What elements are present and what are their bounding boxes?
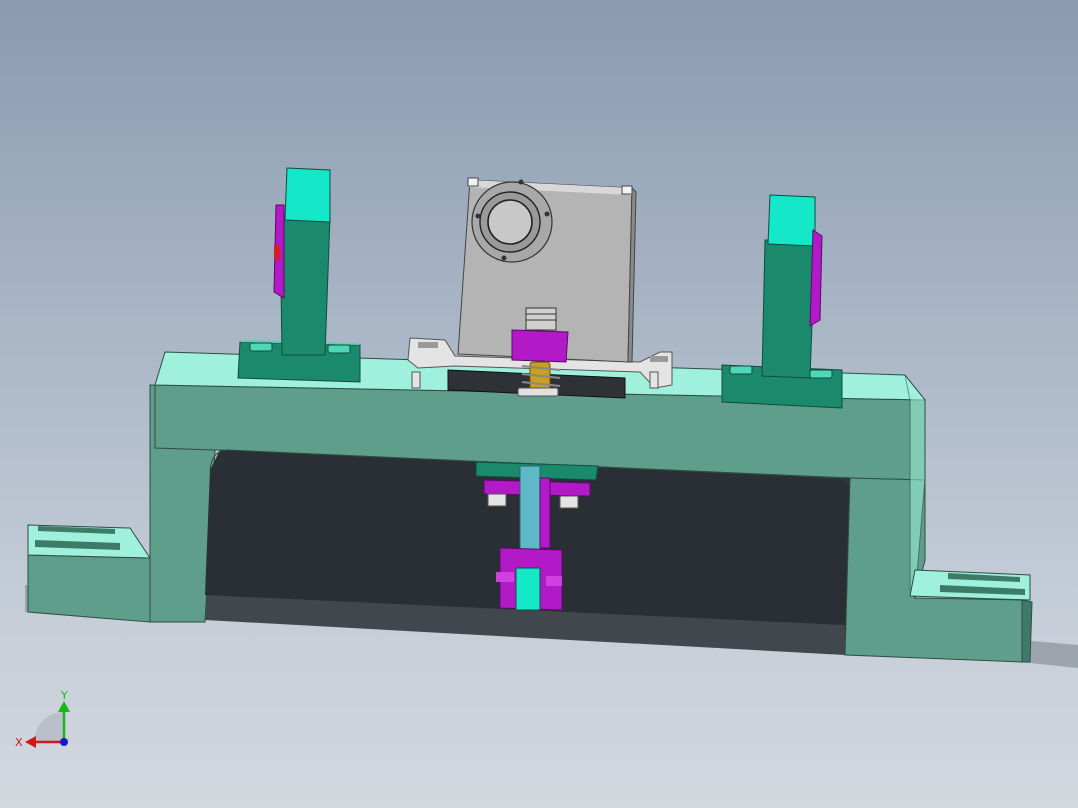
left-upright-support — [237, 167, 361, 383]
right-upright-support — [721, 194, 843, 409]
y-axis-label: Y — [60, 689, 68, 702]
cad-viewport[interactable]: Y X — [0, 0, 1078, 808]
x-axis-label: X — [15, 736, 23, 749]
coordinate-triad: Y X — [15, 689, 70, 749]
z-axis-dot — [60, 738, 68, 746]
cad-model-view: Y X — [15, 167, 1078, 749]
